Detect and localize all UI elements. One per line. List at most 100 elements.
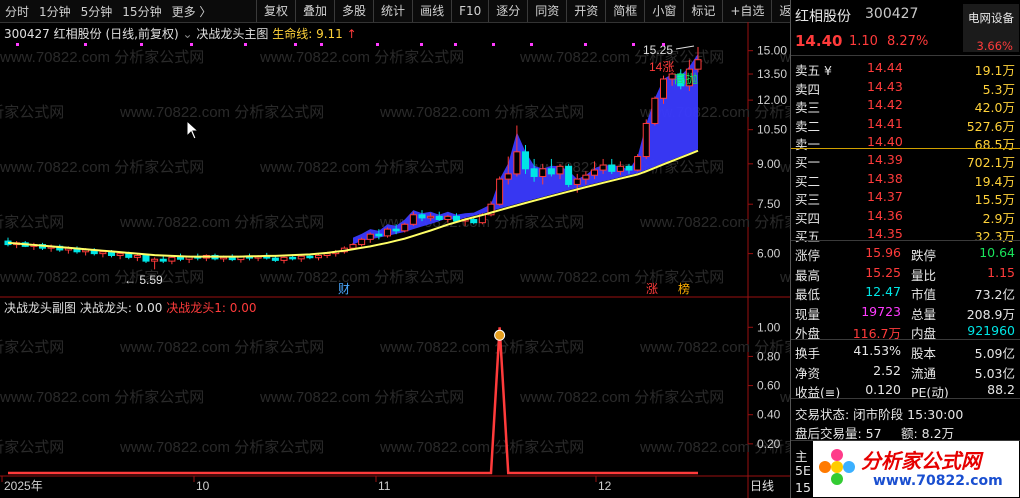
watermark-text: www.70822.com 分析家公式网	[519, 269, 724, 286]
open-asset-button[interactable]: 开资	[566, 0, 605, 22]
sub-value-label: 决战龙头: 0.00	[79, 301, 163, 315]
signal-dot	[662, 43, 665, 46]
stock-code: 300427	[865, 6, 919, 22]
bid-row[interactable]: 买二 14.38 19.4万	[791, 169, 1020, 189]
draw-line-button[interactable]: 画线	[412, 0, 451, 22]
ask-row[interactable]: 卖三 14.42 42.0万	[791, 95, 1020, 115]
stat-value: 10.64	[979, 245, 1015, 260]
bid-row[interactable]: 买三 14.37 15.5万	[791, 187, 1020, 207]
stat-value: 19723	[861, 303, 901, 319]
add-watchlist-button[interactable]: +自选	[722, 0, 771, 22]
current-price: 14.40	[795, 32, 843, 50]
multi-stock-button[interactable]: 多股	[334, 0, 373, 22]
sub-formula-name[interactable]: 决战龙头副图	[4, 301, 76, 315]
candle[interactable]	[314, 254, 323, 261]
y-tick-label: 15.00	[757, 44, 787, 58]
x-tick-label: 10	[196, 479, 210, 493]
watermark-text: www.70822.com 分析家公式网	[119, 214, 324, 231]
watermark-text: www.70822.com 分析家公式网	[259, 49, 464, 66]
mouse-cursor-icon	[186, 120, 200, 140]
same-asset-button[interactable]: 同资	[527, 0, 566, 22]
sub-y-tick-label: 0.60	[757, 379, 781, 393]
candle[interactable]	[151, 257, 159, 270]
candle[interactable]	[366, 232, 374, 243]
period-5min[interactable]: 5分钟	[76, 3, 118, 20]
stat2-label: 净资	[795, 365, 821, 381]
watermark-text: www.70822.com 分析家公式网	[0, 339, 64, 356]
stat2-label: 股本	[911, 346, 937, 361]
candle[interactable]	[228, 254, 236, 262]
by-minute-button[interactable]: 逐分	[488, 0, 527, 22]
stat-label: 最低	[795, 287, 821, 302]
stats-button[interactable]: 统计	[373, 0, 412, 22]
candle[interactable]	[176, 253, 185, 262]
candle[interactable]	[496, 176, 504, 206]
stat-value: 1.15	[987, 264, 1015, 280]
chart-canvas[interactable]: www.70822.com 分析家公式网 www.70822.com 分析家公式网…	[0, 22, 790, 498]
bid-price: 14.38	[867, 170, 903, 186]
small-window-button[interactable]: 小窗	[644, 0, 683, 22]
stat-label: 量比	[911, 267, 937, 283]
watermark-text: www.70822.com 分析家公式网	[379, 104, 584, 121]
watermark-text: www.70822.com 分析家公式网	[0, 439, 64, 456]
stat2-row: 换手 41.53% 股本 5.09亿	[791, 341, 1020, 361]
candle[interactable]	[565, 163, 573, 188]
simple-frame-button[interactable]: 简框	[605, 0, 644, 22]
watermark-text: www.70822.com 分析家公式网	[0, 214, 64, 231]
trade-status: 交易状态: 闭市阶段 15:30:00	[791, 402, 1020, 422]
candle[interactable]	[202, 254, 210, 262]
fuquan-button[interactable]: 复权	[256, 0, 295, 22]
quote-panel: 红相股份 300427 电网设备 3.66% 14.40 1.10 8.27% …	[790, 0, 1020, 498]
ask-price: 14.43	[867, 78, 903, 94]
ask-price: 14.42	[867, 97, 903, 112]
period-1min[interactable]: 1分钟	[34, 3, 76, 20]
candle[interactable]	[383, 227, 392, 238]
formula-dropdown-icon[interactable]: ⌄	[183, 27, 193, 41]
period-daily-button[interactable]: 日线	[750, 479, 774, 493]
signal-dot	[454, 43, 457, 46]
flower-logo-icon	[819, 449, 855, 485]
candle[interactable]	[280, 256, 288, 264]
main-formula-name[interactable]: 决战龙头主图	[196, 27, 268, 41]
x-tick-label: 2025年	[4, 479, 43, 493]
signal-dot	[244, 43, 247, 46]
stat-row: 最高 15.25 量比 1.15	[791, 263, 1020, 283]
low-price-tag: ← 5.59	[124, 273, 163, 287]
candle[interactable]	[401, 222, 409, 233]
ask-row[interactable]: 卖二 14.41 527.6万	[791, 114, 1020, 134]
bang-marker: 榜	[678, 281, 690, 296]
sub-chart-header: 决战龙头副图 决战龙头: 0.00 决战龙头1: 0.00	[4, 299, 256, 316]
bid-price: 14.39	[867, 152, 903, 167]
watermark-text: www.70822.com 分析家公式网	[119, 104, 324, 121]
candle[interactable]	[634, 154, 642, 172]
logo-text: 分析家公式网	[861, 449, 981, 473]
candle[interactable]	[297, 255, 305, 262]
high-price-tag: 15.25	[643, 43, 673, 57]
stat2-value: 41.53%	[853, 343, 901, 358]
ask-row[interactable]: 卖四 14.43 5.3万	[791, 77, 1020, 97]
bid-row[interactable]: 买一 14.39 702.1万	[791, 150, 1020, 170]
candle[interactable]	[4, 237, 12, 247]
overlay-button[interactable]: 叠加	[295, 0, 334, 22]
stat-label: 涨停	[795, 248, 821, 263]
stat2-value: 5.09亿	[974, 346, 1015, 361]
candle[interactable]	[642, 119, 650, 159]
period-fenshi[interactable]: 分时	[0, 3, 34, 20]
candle[interactable]	[159, 255, 167, 264]
ask-row[interactable]: 卖五 ¥14.44 19.1万	[791, 58, 1020, 78]
watermark-text: www.70822.com 分析家公式网	[779, 389, 790, 406]
bid-row[interactable]: 买四 14.36 2.9万	[791, 206, 1020, 226]
f10-button[interactable]: F10	[451, 0, 488, 22]
period-15min[interactable]: 15分钟	[117, 3, 166, 20]
mark-button[interactable]: 标记	[683, 0, 722, 22]
period-selector: 分时 1分钟 5分钟 15分钟 更多 〉	[0, 0, 216, 22]
signal-dot	[294, 43, 297, 46]
candle[interactable]	[358, 237, 366, 247]
candle[interactable]	[651, 96, 659, 126]
logo-url: www.70822.com	[873, 473, 1003, 489]
stat2-row: 收益(≡) 0.120 PE(动) 88.2	[791, 380, 1020, 400]
x-tick-label: 12	[598, 479, 612, 493]
watermark-text: www.70822.com 分析家公式网	[0, 159, 204, 176]
period-more[interactable]: 更多 〉	[167, 3, 217, 20]
header-mode: (日线,前复权)	[105, 27, 179, 41]
